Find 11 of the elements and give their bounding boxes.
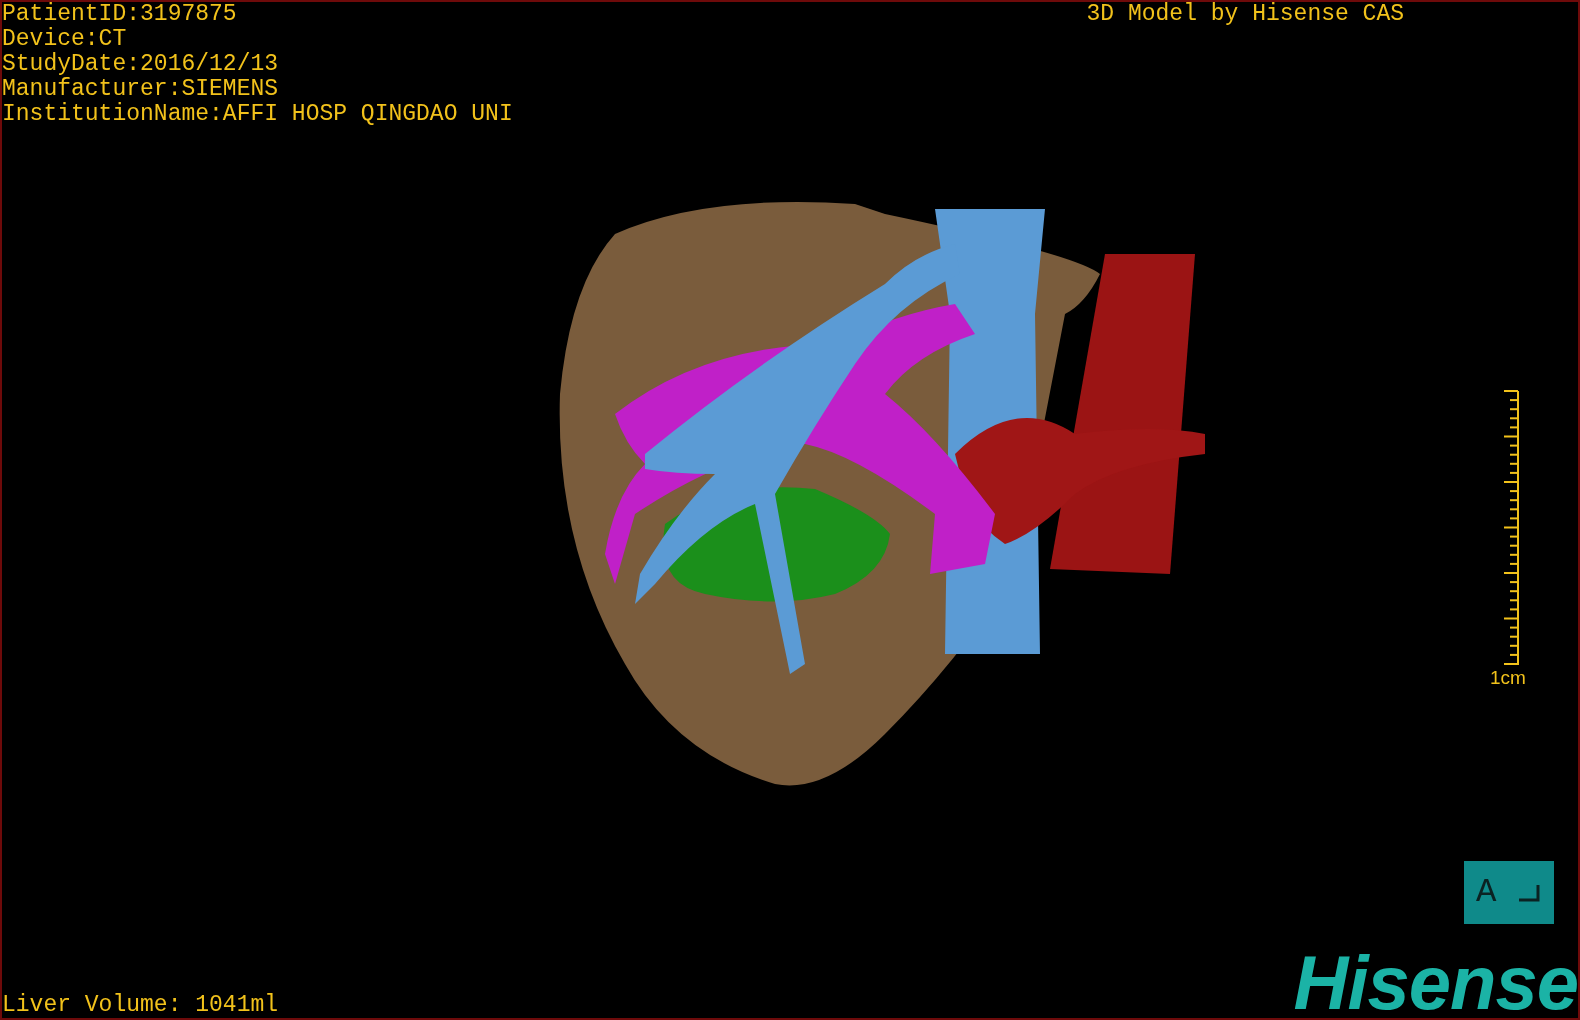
scale-label: 1cm	[1490, 668, 1526, 688]
patient-info-line: Device:CT	[2, 27, 128, 52]
viewer-title: 3D Model by Hisense CAS	[1086, 2, 1404, 29]
liver-volume: Liver Volume: 1041ml	[2, 993, 279, 1018]
patient-info-line: InstitutionName:AFFI HOSP QINGDAO UNI	[2, 102, 513, 127]
orientation-label: A	[1476, 872, 1497, 913]
patient-info-line: StudyDate:2016/12/13	[2, 52, 280, 77]
patient-info-line: PatientID:3197875	[2, 2, 238, 27]
corner-icon	[1518, 883, 1540, 902]
brand-logo: Hisense	[1293, 948, 1578, 1018]
patient-info-line: Manufacturer:SIEMENS	[2, 77, 280, 102]
